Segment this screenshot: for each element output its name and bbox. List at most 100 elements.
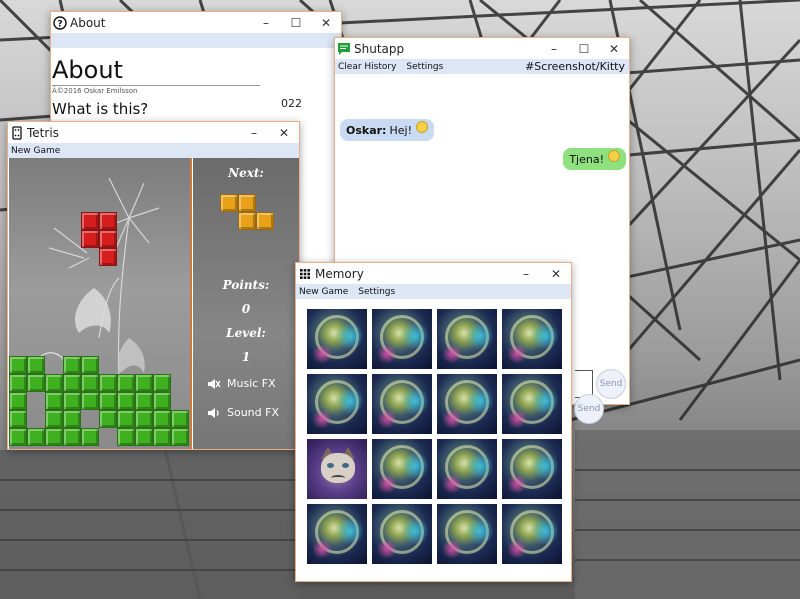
close-button[interactable]: ✕ bbox=[541, 263, 571, 284]
memory-card-revealed[interactable] bbox=[307, 439, 367, 499]
level-label: Level: bbox=[226, 326, 266, 340]
stack-block bbox=[99, 374, 117, 392]
message-text: Tjena! bbox=[569, 152, 604, 166]
about-titlebar[interactable]: ? About – ☐ ✕ bbox=[51, 12, 341, 33]
stack-block bbox=[171, 428, 189, 446]
copyright-text: Â©2016 Oskar Emilsson bbox=[52, 87, 138, 95]
card-back-pink bbox=[311, 410, 333, 428]
points-value: 0 bbox=[241, 302, 251, 316]
card-back-glow bbox=[337, 321, 363, 351]
speaker-muted-icon bbox=[208, 378, 221, 389]
stack-block bbox=[153, 374, 171, 392]
next-piece-block bbox=[238, 194, 256, 212]
maximize-button[interactable]: ☐ bbox=[281, 12, 311, 33]
memory-card[interactable] bbox=[372, 374, 432, 434]
tetris-window: Tetris – ✕ New Game Next: Points: 0 Leve… bbox=[7, 121, 300, 450]
stack-block bbox=[45, 392, 63, 410]
stack-block bbox=[81, 374, 99, 392]
stack-block bbox=[135, 428, 153, 446]
close-button[interactable]: ✕ bbox=[599, 38, 629, 59]
stack-block bbox=[63, 374, 81, 392]
menu-settings[interactable]: Settings bbox=[406, 62, 443, 72]
falling-block bbox=[81, 212, 99, 230]
card-back-glow bbox=[467, 451, 493, 481]
card-back-pink bbox=[441, 345, 463, 363]
grid-icon bbox=[300, 268, 310, 279]
stack-block bbox=[99, 410, 117, 428]
message-incoming: Oskar: Hej! bbox=[340, 119, 434, 141]
message-sender: Oskar: bbox=[346, 123, 387, 137]
music-fx-toggle[interactable]: Music FX bbox=[207, 377, 276, 390]
stack-block bbox=[171, 410, 189, 428]
falling-block bbox=[99, 212, 117, 230]
memory-card[interactable] bbox=[437, 374, 497, 434]
stack-block bbox=[63, 392, 81, 410]
close-button[interactable]: ✕ bbox=[311, 12, 341, 33]
stack-block bbox=[153, 392, 171, 410]
shutapp-titlebar[interactable]: Shutapp – ☐ ✕ bbox=[335, 38, 629, 59]
about-title: About bbox=[70, 15, 106, 30]
tetris-titlebar[interactable]: Tetris – ✕ bbox=[8, 122, 299, 143]
card-back-pink bbox=[376, 475, 398, 493]
minimize-button[interactable]: – bbox=[239, 122, 269, 143]
tetris-playfield[interactable] bbox=[9, 158, 192, 449]
memory-menubar: New Game Settings bbox=[296, 284, 571, 299]
memory-card[interactable] bbox=[372, 439, 432, 499]
stack-block bbox=[27, 428, 45, 446]
memory-card[interactable] bbox=[502, 309, 562, 369]
channel-hashtag: #Screenshot/Kitty bbox=[525, 60, 625, 73]
next-piece-block bbox=[238, 212, 256, 230]
card-back-pink bbox=[376, 410, 398, 428]
card-back-glow bbox=[402, 321, 428, 351]
card-back-glow bbox=[402, 386, 428, 416]
menu-clear-history[interactable]: Clear History bbox=[338, 62, 396, 72]
memory-card[interactable] bbox=[372, 504, 432, 564]
menu-new-game[interactable]: New Game bbox=[299, 287, 348, 297]
memory-board bbox=[296, 299, 571, 581]
stack-block bbox=[9, 356, 27, 374]
stack-block bbox=[9, 392, 27, 410]
memory-card[interactable] bbox=[437, 439, 497, 499]
menu-settings[interactable]: Settings bbox=[358, 287, 395, 297]
memory-titlebar[interactable]: Memory – ✕ bbox=[296, 263, 571, 284]
memory-card[interactable] bbox=[502, 439, 562, 499]
menu-new-game[interactable]: New Game bbox=[11, 146, 60, 156]
stack-block bbox=[117, 392, 135, 410]
stack-block bbox=[9, 428, 27, 446]
stack-block bbox=[27, 356, 45, 374]
send-button[interactable]: Send bbox=[596, 369, 626, 399]
card-back-glow bbox=[532, 451, 558, 481]
card-back-glow bbox=[467, 516, 493, 546]
message-text: Hej! bbox=[389, 123, 412, 137]
stack-block bbox=[135, 392, 153, 410]
points-label: Points: bbox=[222, 278, 270, 292]
maximize-button[interactable]: ☐ bbox=[569, 38, 599, 59]
memory-card[interactable] bbox=[307, 309, 367, 369]
memory-card[interactable] bbox=[502, 504, 562, 564]
memory-card[interactable] bbox=[307, 374, 367, 434]
falling-block bbox=[81, 230, 99, 248]
domino-icon bbox=[12, 125, 22, 140]
memory-card[interactable] bbox=[437, 504, 497, 564]
card-back-glow bbox=[337, 516, 363, 546]
card-back-pink bbox=[441, 410, 463, 428]
send-button-secondary[interactable]: Send bbox=[574, 394, 604, 424]
music-fx-label: Music FX bbox=[227, 377, 276, 390]
memory-card[interactable] bbox=[372, 309, 432, 369]
tetris-menubar: New Game bbox=[8, 143, 299, 158]
falling-block bbox=[99, 230, 117, 248]
minimize-button[interactable]: – bbox=[539, 38, 569, 59]
sound-fx-toggle[interactable]: Sound FX bbox=[207, 406, 279, 419]
card-back-pink bbox=[506, 345, 528, 363]
version-fragment: 022 bbox=[281, 97, 302, 110]
memory-card[interactable] bbox=[437, 309, 497, 369]
card-back-pink bbox=[441, 475, 463, 493]
cat-eye1 bbox=[327, 463, 334, 468]
card-back-glow bbox=[532, 386, 558, 416]
stack-block bbox=[117, 428, 135, 446]
close-button[interactable]: ✕ bbox=[269, 122, 299, 143]
memory-card[interactable] bbox=[502, 374, 562, 434]
memory-card[interactable] bbox=[307, 504, 367, 564]
minimize-button[interactable]: – bbox=[511, 263, 541, 284]
minimize-button[interactable]: – bbox=[251, 12, 281, 33]
